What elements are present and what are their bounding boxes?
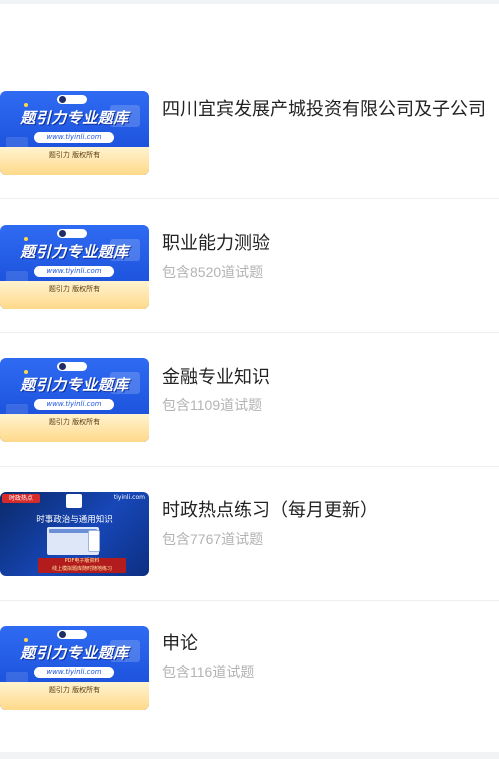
- thumbnail-copyright: 题引力 版权所有: [48, 418, 101, 426]
- thumbnail-headline: 题引力专业题库: [20, 109, 129, 127]
- logo-dot-icon: [59, 230, 66, 237]
- item-title[interactable]: 金融专业知识: [162, 363, 270, 389]
- list-item[interactable]: 题引力专业题库 www.tiyinli.com 题引力 版权所有 四川宜宾发展产…: [0, 91, 499, 175]
- logo-dot-icon: [59, 631, 66, 638]
- list-item[interactable]: 题引力专业题库 www.tiyinli.com 题引力 版权所有 职业能力测验 …: [0, 225, 499, 309]
- thumbnail-headline: 题引力专业题库: [20, 376, 129, 394]
- thumbnail-copyright: 题引力 版权所有: [48, 151, 101, 159]
- item-title[interactable]: 职业能力测验: [162, 229, 270, 255]
- top-band: [0, 0, 499, 4]
- bottom-band: [0, 752, 499, 759]
- item-question-count: 包含7767道试题: [162, 531, 264, 547]
- promo-line-1: PDF电子版资料: [64, 558, 100, 564]
- phone-icon: [88, 530, 100, 552]
- course-thumbnail: 题引力专业题库 www.tiyinli.com 题引力 版权所有: [0, 225, 149, 309]
- thumbnail-copyright: 题引力 版权所有: [48, 686, 101, 694]
- logo-dot-icon: [59, 363, 66, 370]
- thumbnail-headline: 时事政治与通用知识: [36, 515, 113, 525]
- news-tag: 时政热点: [2, 494, 40, 503]
- item-title[interactable]: 时政热点练习（每月更新）: [162, 496, 378, 522]
- thumbnail-url: www.tiyinli.com: [46, 133, 102, 141]
- thumbnail-url: www.tiyinli.com: [46, 267, 102, 275]
- course-thumbnail: 题引力专业题库 www.tiyinli.com 题引力 版权所有: [0, 358, 149, 442]
- list-item[interactable]: 题引力专业题库 www.tiyinli.com 题引力 版权所有 申论 包含11…: [0, 626, 499, 710]
- item-title[interactable]: 四川宜宾发展产城投资有限公司及子公司: [162, 95, 486, 121]
- divider: [0, 600, 499, 601]
- item-question-count: 包含1109道试题: [162, 397, 263, 413]
- list-item[interactable]: 题引力专业题库 www.tiyinli.com 题引力 版权所有 金融专业知识 …: [0, 358, 499, 442]
- promo-text: PDF电子版资料 线上模拟题库随时随地练习: [38, 558, 126, 573]
- brand-logo-icon: [66, 494, 82, 508]
- thumbnail-headline: 题引力专业题库: [20, 644, 129, 662]
- thumbnail-url: www.tiyinli.com: [46, 668, 102, 676]
- logo-dot-icon: [59, 96, 66, 103]
- item-question-count: 包含8520道试题: [162, 264, 264, 280]
- thumbnail-url: www.tiyinli.com: [46, 400, 102, 408]
- course-thumbnail: 时政热点 tiyinli.com 时事政治与通用知识 PDF电子版资料 线上模拟…: [0, 492, 149, 576]
- thumbnail-copyright: 题引力 版权所有: [48, 285, 101, 293]
- thumbnail-headline: 题引力专业题库: [20, 243, 129, 261]
- item-title[interactable]: 申论: [162, 629, 198, 655]
- list-item[interactable]: 时政热点 tiyinli.com 时事政治与通用知识 PDF电子版资料 线上模拟…: [0, 492, 499, 576]
- divider: [0, 332, 499, 333]
- divider: [0, 198, 499, 199]
- item-question-count: 包含116道试题: [162, 664, 255, 680]
- thumbnail-site: tiyinli.com: [113, 494, 145, 501]
- course-thumbnail: 题引力专业题库 www.tiyinli.com 题引力 版权所有: [0, 626, 149, 710]
- promo-line-2: 线上模拟题库随时随地练习: [51, 565, 112, 572]
- divider: [0, 466, 499, 467]
- course-thumbnail: 题引力专业题库 www.tiyinli.com 题引力 版权所有: [0, 91, 149, 175]
